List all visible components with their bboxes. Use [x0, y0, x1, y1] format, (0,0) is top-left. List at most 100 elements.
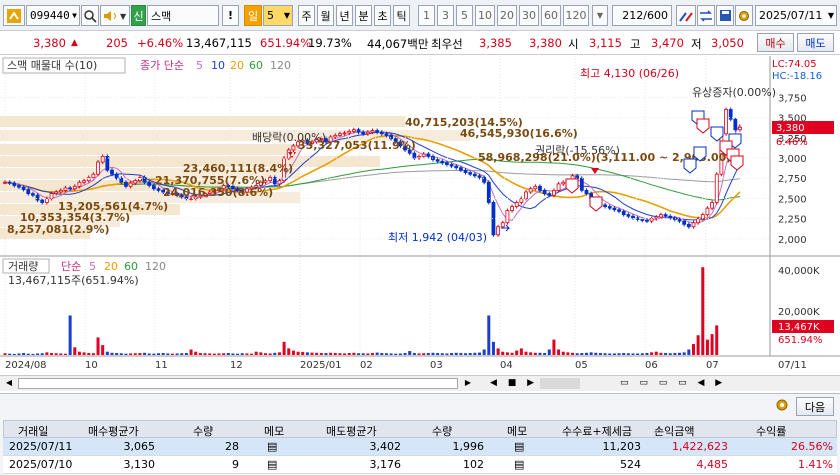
candle-body: [26, 189, 31, 194]
interval-10[interactable]: 10: [475, 5, 495, 26]
chevron-down-icon[interactable]: ▼: [284, 11, 290, 20]
zoom-controls[interactable]: ▭ ▭ ▭ ▭ ◀ ▶: [620, 378, 726, 388]
interval-30[interactable]: 30: [519, 5, 539, 26]
volume-bar: [338, 353, 342, 355]
tab-minute[interactable]: 분: [355, 5, 372, 26]
candle-body: [510, 206, 514, 211]
volume-bar: [87, 353, 91, 355]
volume-bar: [361, 353, 365, 355]
memo-icon[interactable]: ▤: [514, 458, 524, 471]
buy-signal-icon: [696, 118, 710, 134]
speed-slider[interactable]: [540, 378, 580, 389]
volume-bar: [301, 351, 305, 355]
volume-bar: [561, 351, 565, 355]
scroll-thumb[interactable]: [18, 378, 458, 389]
memo-icon[interactable]: ▤: [267, 440, 277, 453]
rights-issue-annotation: 유상증자(0.00%): [692, 86, 776, 99]
candle-body: [552, 189, 556, 196]
candle-body: [333, 134, 338, 138]
candle-body: [119, 177, 124, 183]
volume-bar: [189, 349, 193, 355]
volume-profile-bar: [0, 144, 300, 155]
period-value-select[interactable]: 5 ▼: [263, 5, 293, 26]
volume-y-tick: 20,000K: [778, 307, 820, 318]
low-price: 3,050: [711, 36, 744, 50]
save-icon[interactable]: [716, 5, 734, 26]
candle-body: [603, 204, 607, 207]
candle-body: [35, 194, 40, 201]
tab-week[interactable]: 주: [298, 5, 315, 26]
volume-bar: [166, 353, 170, 355]
search-icon[interactable]: [81, 5, 99, 26]
chart-panel[interactable]: 스맥 매물대 수(10) 종가 단순 5 10 20 60 120 LC:74.…: [0, 56, 840, 375]
candle-body: [68, 187, 73, 190]
volume-bar: [91, 353, 95, 355]
interval-3[interactable]: 3: [437, 5, 454, 26]
next-button[interactable]: 다음: [796, 397, 834, 416]
chart-scrollbar[interactable]: ◀ ▶ ◀ ■ ▶ ▶ ▭ ▭ ▭ ▭ ◀ ▶: [0, 375, 840, 391]
volume-bar: [557, 349, 561, 355]
period-day-button[interactable]: 일: [244, 5, 262, 26]
bid-price: 3,380: [529, 36, 562, 50]
col-buy-avg: 매수평균가: [88, 425, 139, 438]
interval-5[interactable]: 5: [456, 5, 473, 26]
volume-bar: [496, 348, 500, 355]
scroll-right-icon[interactable]: ▶: [462, 378, 474, 390]
volume-bar: [459, 353, 463, 355]
settings-gear-icon[interactable]: [735, 5, 753, 26]
date-field[interactable]: 2025/07/11 ▼: [755, 5, 837, 26]
tab-month[interactable]: 월: [317, 5, 334, 26]
display-count-field[interactable]: 212/600: [612, 5, 672, 26]
speaker-icon[interactable]: ▼: [100, 5, 130, 26]
volume-y-tick: 40,000K: [778, 266, 820, 277]
x-axis-label: 06: [645, 360, 658, 371]
candle-body: [100, 156, 105, 163]
memo-icon[interactable]: ▤: [267, 458, 277, 471]
chevron-down-icon[interactable]: ▼: [72, 11, 77, 20]
sell-button[interactable]: 매도: [797, 33, 834, 52]
volume-bar: [612, 353, 616, 355]
x-axis-label: 03: [430, 360, 443, 371]
candle-body: [579, 177, 584, 191]
alert-button[interactable]: !: [222, 5, 239, 26]
buy-button[interactable]: 매수: [757, 33, 794, 52]
table-row[interactable]: 2025/07/11 3,065 28 ▤ 3,402 1,996 ▤ 11,2…: [3, 438, 837, 456]
volume-bar: [129, 353, 133, 355]
scroll-left-icon[interactable]: ◀: [3, 378, 15, 390]
price-volume-chart[interactable]: 스맥 매물대 수(10) 종가 단순 5 10 20 60 120 LC:74.…: [0, 56, 840, 375]
settings-gear-icon[interactable]: [774, 397, 792, 415]
interval-1[interactable]: 1: [418, 5, 435, 26]
interval-60[interactable]: 60: [541, 5, 561, 26]
volume-bar: [705, 339, 709, 355]
col-sell-memo: 메모: [507, 425, 528, 438]
volume-bar: [333, 353, 337, 355]
volume-bar: [8, 353, 12, 355]
tab-second[interactable]: 초: [374, 5, 391, 26]
tab-tick[interactable]: 틱: [393, 5, 410, 26]
chevron-down-icon[interactable]: ▼: [828, 11, 834, 20]
volume-bar: [366, 353, 370, 355]
chevron-down-icon[interactable]: ▼: [592, 5, 608, 26]
volume-bar: [533, 352, 537, 355]
open-price: 3,115: [589, 36, 622, 50]
interval-120[interactable]: 120: [563, 5, 589, 26]
candle-body: [486, 181, 491, 203]
volume-bar: [659, 352, 663, 355]
volume-bar: [524, 351, 528, 355]
candle-body: [468, 172, 473, 175]
arrows-icon[interactable]: [697, 5, 715, 26]
tab-year[interactable]: 년: [336, 5, 353, 26]
candle-body: [49, 193, 54, 199]
ma120-label: 120: [270, 59, 291, 72]
tools-icon[interactable]: [676, 5, 696, 26]
row-sell-avg: 3,176: [369, 458, 402, 471]
table-row[interactable]: 2025/07/10 3,130 9 ▤ 3,176 102 ▤ 524 4,4…: [3, 456, 837, 474]
candle-body: [733, 118, 738, 131]
memo-icon[interactable]: ▤: [514, 440, 524, 453]
interval-20[interactable]: 20: [497, 5, 517, 26]
stock-code-input[interactable]: 099440 ▼: [26, 5, 80, 26]
volume-bar: [445, 353, 449, 355]
stock-name-field[interactable]: 스맥: [147, 5, 219, 26]
candle-body: [472, 173, 477, 177]
volume-bar: [450, 353, 454, 355]
